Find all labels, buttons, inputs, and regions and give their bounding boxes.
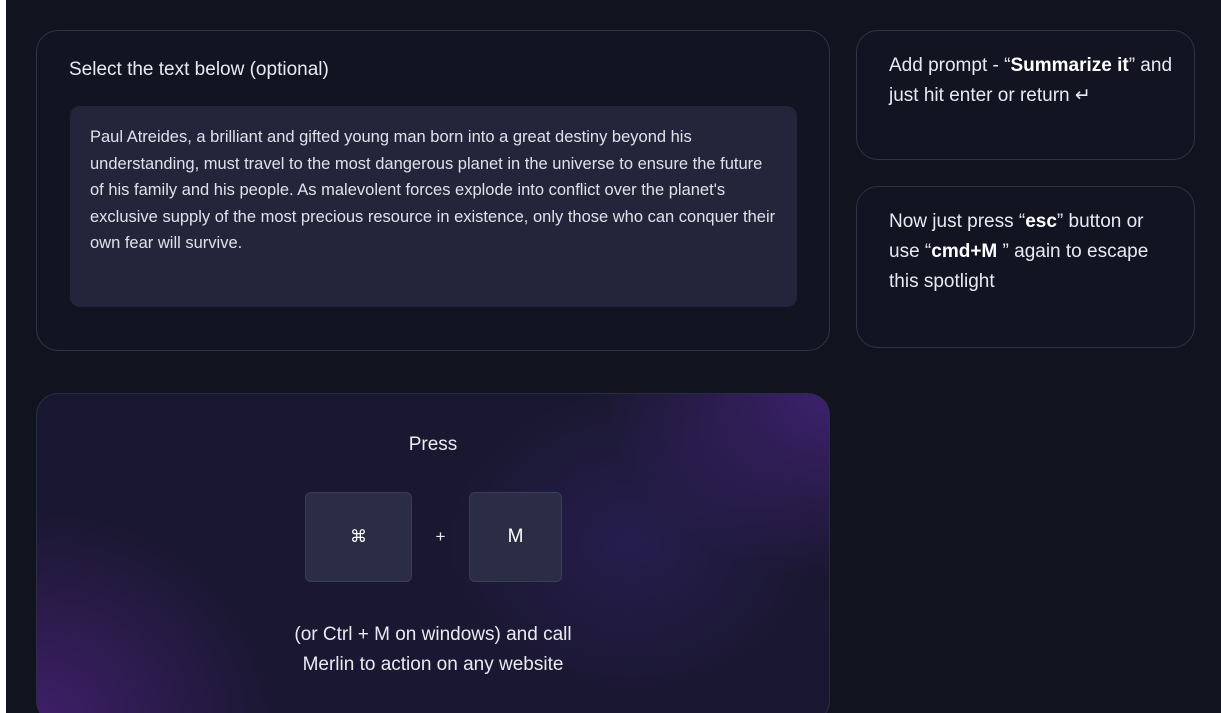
esc-key-label: esc [1025,211,1057,232]
plus-sign: + [435,527,446,546]
sample-text-box[interactable]: Paul Atreides, a brilliant and gifted yo… [70,106,797,307]
escape-instruction: Now just press “esc” button or use “cmd+… [889,207,1179,297]
shortcut-label: cmd+M [931,241,998,262]
select-text-card: Select the text below (optional) Paul At… [36,30,830,351]
escape-card: Now just press “esc” button or use “cmd+… [856,186,1195,348]
add-prompt-instruction: Add prompt - “Summarize it” and just hit… [889,51,1179,111]
merlin-onboarding-page: Select the text below (optional) Paul At… [6,0,1221,713]
shortcut-footer: (or Ctrl + M on windows) and call Merlin… [37,620,829,680]
press-label: Press [408,434,458,455]
shortcut-footer-line1: (or Ctrl + M on windows) and call [294,624,572,645]
add-prompt-card: Add prompt - “Summarize it” and just hit… [856,30,1195,160]
esc-prefix: Now just press “ [889,211,1026,232]
prompt-example: Summarize it [1010,55,1129,76]
prompt-prefix: Add prompt - “ [889,55,1011,76]
shortcut-card: Press ⌘ + M (or Ctrl + M on windows) and… [36,393,830,713]
m-key: M [469,492,562,582]
command-key-icon: ⌘ [305,492,412,582]
select-text-heading: Select the text below (optional) [69,59,329,80]
shortcut-footer-line2: Merlin to action on any website [302,654,564,675]
return-icon: ↵ [1074,85,1091,106]
